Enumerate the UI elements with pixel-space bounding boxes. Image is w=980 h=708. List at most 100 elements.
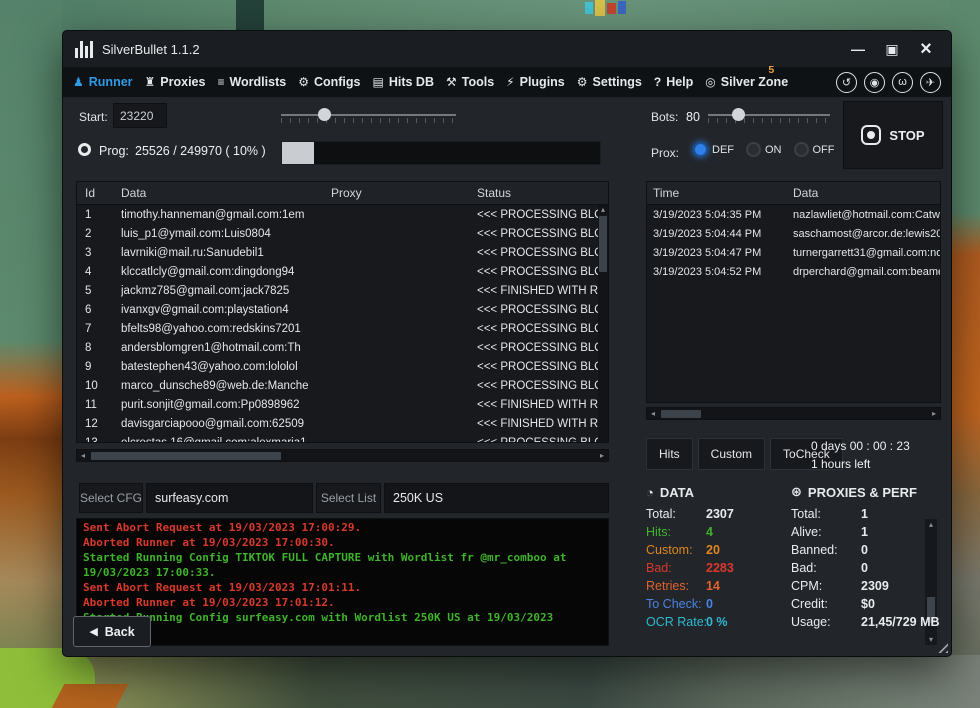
table-row[interactable]: 9 batestephen43@yahoo.com:lololol <<< PR… — [77, 357, 608, 376]
progress-ring-icon — [78, 143, 91, 156]
nav-item-runner[interactable]: ♟ Runner — [73, 75, 133, 89]
nav-item-plugins[interactable]: ⚡ Plugins — [506, 75, 565, 89]
discord-icon: ω — [898, 76, 907, 88]
prox-radio-off[interactable]: OFF — [794, 142, 835, 157]
radio-dot-icon — [693, 142, 708, 157]
table-row[interactable]: 12 davisgarciapooo@gmail.com:62509 <<< F… — [77, 414, 608, 433]
scroll-left-icon[interactable]: ◂ — [647, 409, 659, 418]
time-left: 1 hours left — [811, 455, 910, 473]
results-table-vertical-scrollbar[interactable]: ▴ — [598, 205, 608, 442]
bots-slider[interactable] — [708, 106, 830, 124]
table-row[interactable]: 6 ivanxgv@gmail.com:playstation4 <<< PRO… — [77, 300, 608, 319]
stat-row: Usage: 21,45/729 MB — [791, 613, 943, 631]
column-header-id[interactable]: Id — [77, 186, 121, 200]
stop-button[interactable]: STOP — [843, 101, 943, 169]
screenshot-button[interactable]: ◉ — [864, 72, 885, 93]
back-arrow-icon: ◀ — [89, 625, 97, 638]
title-bar[interactable]: SilverBullet 1.1.2 — ▣ × — [63, 31, 951, 67]
table-row[interactable]: 3 lavrniki@mail.ru:Sanudebil1 <<< PROCES… — [77, 243, 608, 262]
stat-row: OCR Rate: 0 % — [646, 613, 788, 631]
background-right-strip — [950, 0, 980, 708]
stat-row: Credit: $0 — [791, 595, 943, 613]
tab-hits[interactable]: Hits — [646, 438, 693, 470]
table-row[interactable]: 1 timothy.hanneman@gmail.com:1em <<< PRO… — [77, 205, 608, 224]
table-row[interactable]: 10 marco_dunsche89@web.de:Manche <<< PRO… — [77, 376, 608, 395]
scrollbar-thumb[interactable] — [661, 410, 701, 418]
scrollbar-thumb[interactable] — [91, 452, 281, 460]
hit-row[interactable]: 3/19/2023 5:04:47 PM turnergarrett31@gma… — [647, 243, 940, 262]
scroll-right-icon[interactable]: ▸ — [596, 451, 608, 460]
nav-item-configs[interactable]: ⚙ Configs — [298, 75, 360, 89]
hits-db-icon: ▤ — [373, 76, 384, 88]
results-table-body: 1 timothy.hanneman@gmail.com:1em <<< PRO… — [77, 205, 608, 442]
scroll-left-icon[interactable]: ◂ — [77, 451, 89, 460]
configs-icon: ⚙ — [298, 76, 309, 88]
column-header-data[interactable]: Data — [121, 186, 331, 200]
background-pillar — [236, 0, 264, 34]
history-button[interactable]: ↺ — [836, 72, 857, 93]
table-row[interactable]: 8 andersblomgren1@hotmail.com:Th <<< PRO… — [77, 338, 608, 357]
proxies-stats-header: ⊛ PROXIES & PERF — [791, 483, 943, 501]
data-stats-panel: ◔ DATA Total: 2307 Hits: 4 Cu — [646, 483, 788, 631]
screenshot-camera-icon: ◉ — [870, 76, 880, 89]
proxies-icon: ♜ — [145, 76, 156, 88]
table-row[interactable]: 5 jackmz785@gmail.com:jack7825 <<< FINIS… — [77, 281, 608, 300]
data-stats-header: ◔ DATA — [646, 483, 788, 501]
start-slider[interactable] — [281, 106, 456, 124]
nav-item-tools[interactable]: ⚒ Tools — [446, 75, 494, 89]
scroll-down-icon[interactable]: ▾ — [929, 635, 933, 644]
table-row[interactable]: 13 elcrestas.16@gmail.com:alexmaria1 <<<… — [77, 433, 608, 442]
scrollbar-thumb[interactable] — [599, 216, 607, 272]
bots-slider-thumb[interactable] — [732, 108, 745, 121]
column-header-proxy[interactable]: Proxy — [331, 186, 477, 200]
window-controls: — ▣ × — [843, 36, 941, 62]
nav-item-hits-db[interactable]: ▤ Hits DB — [373, 75, 435, 89]
hits-table-horizontal-scrollbar[interactable]: ◂ ▸ — [646, 407, 941, 420]
background-orange-ramp — [52, 684, 129, 708]
log-console[interactable]: Sent Abort Request at 19/03/2023 17:00:2… — [76, 518, 609, 646]
log-line: Sent Abort Request at 19/03/2023 17:00:2… — [83, 520, 592, 535]
hit-row[interactable]: 3/19/2023 5:04:35 PM nazlawliet@hotmail.… — [647, 205, 940, 224]
nav-tabs: ♟ Runner ♜ Proxies ≡ Wordlists ⚙ — [73, 75, 788, 89]
background-hill — [0, 0, 980, 34]
config-name-field[interactable] — [146, 483, 313, 513]
prox-radio-def[interactable]: DEF — [693, 142, 734, 157]
background-blocks — [585, 0, 635, 20]
nav-item-settings[interactable]: ⚙ Settings — [577, 75, 642, 89]
bots-label: Bots: — [651, 110, 678, 124]
column-header-status[interactable]: Status — [477, 186, 608, 200]
nav-item-proxies[interactable]: ♜ Proxies — [145, 75, 206, 89]
close-button[interactable]: × — [911, 36, 941, 62]
column-header-hitdata[interactable]: Data — [793, 186, 940, 200]
stat-row: To Check: 0 — [646, 595, 788, 613]
hit-row[interactable]: 3/19/2023 5:04:52 PM drperchard@gmail.co… — [647, 262, 940, 281]
table-row[interactable]: 2 luis_p1@ymail.com:Luis0804 <<< PROCESS… — [77, 224, 608, 243]
prox-radio-on[interactable]: ON — [746, 142, 782, 157]
telegram-button[interactable]: ✈ — [920, 72, 941, 93]
select-list-button[interactable]: Select List — [316, 483, 381, 513]
minimize-button[interactable]: — — [843, 36, 873, 62]
start-input[interactable] — [113, 103, 167, 128]
table-row[interactable]: 4 klccatlcly@gmail.com:dingdong94 <<< PR… — [77, 262, 608, 281]
app-window: SilverBullet 1.1.2 — ▣ × ♟ Runner ♜ Prox… — [62, 30, 952, 657]
scroll-up-icon[interactable]: ▴ — [601, 205, 605, 215]
tab-custom[interactable]: Custom — [698, 438, 765, 470]
column-header-time[interactable]: Time — [647, 186, 793, 200]
table-row[interactable]: 11 purit.sonjit@gmail.com:Pp0898962 <<< … — [77, 395, 608, 414]
select-config-button[interactable]: Select CFG — [79, 483, 143, 513]
help-icon: ? — [654, 76, 661, 88]
hit-row[interactable]: 3/19/2023 5:04:44 PM saschamost@arcor.de… — [647, 224, 940, 243]
selected-wordlist-field[interactable]: 250K US — [384, 483, 609, 513]
maximize-button[interactable]: ▣ — [877, 36, 907, 62]
scroll-right-icon[interactable]: ▸ — [928, 409, 940, 418]
nav-item-wordlists[interactable]: ≡ Wordlists — [217, 75, 286, 89]
nav-bar: ♟ Runner ♜ Proxies ≡ Wordlists ⚙ — [63, 67, 951, 97]
results-table-horizontal-scrollbar[interactable]: ◂ ▸ — [76, 449, 609, 462]
nav-item-help[interactable]: ? Help — [654, 75, 693, 89]
discord-button[interactable]: ω — [892, 72, 913, 93]
table-row[interactable]: 7 bfelts98@yahoo.com:redskins7201 <<< PR… — [77, 319, 608, 338]
log-line: Started Running Config surfeasy.com with… — [83, 610, 592, 625]
start-slider-thumb[interactable] — [318, 108, 331, 121]
back-button[interactable]: ◀ Back — [73, 616, 151, 647]
nav-item-silver-zone[interactable]: ◎ Silver Zone 5 — [705, 75, 788, 89]
